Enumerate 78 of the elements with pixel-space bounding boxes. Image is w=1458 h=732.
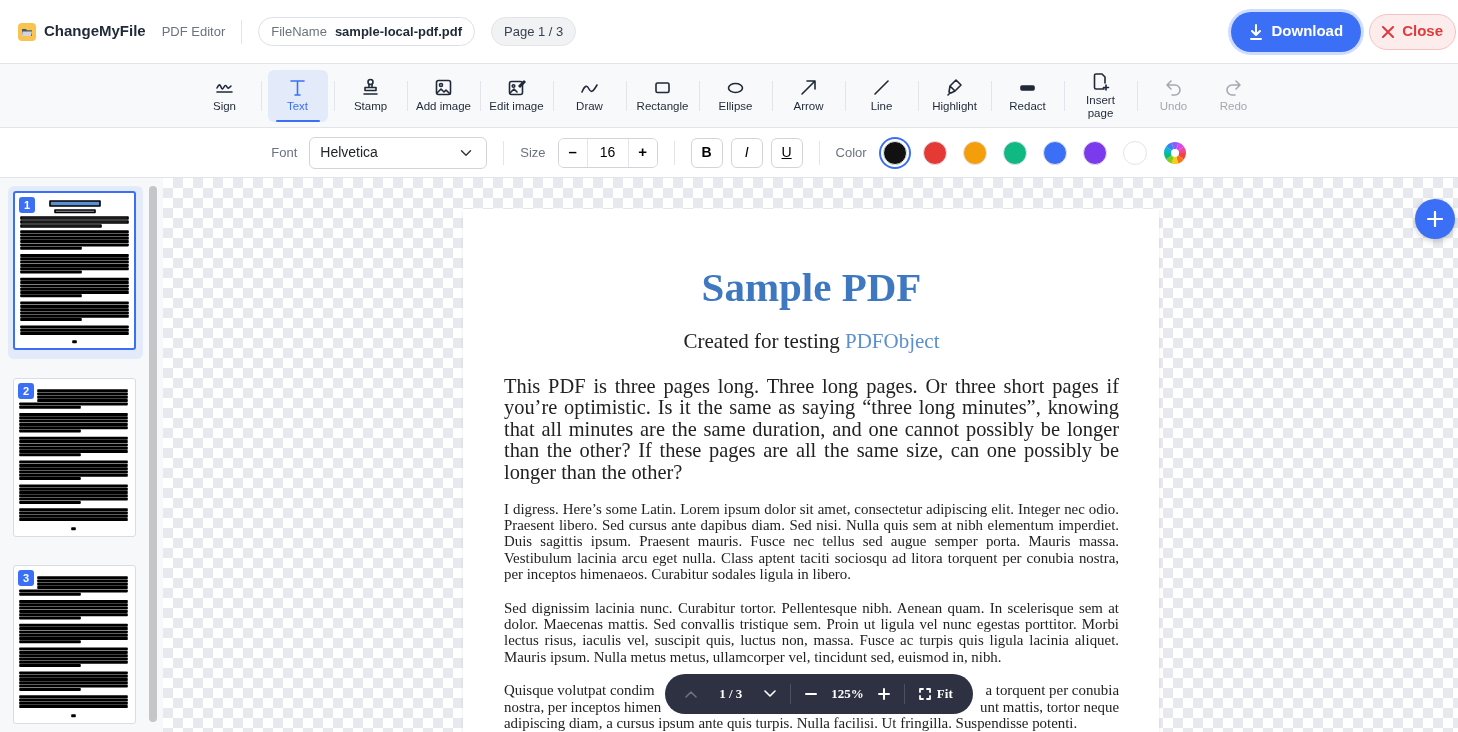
highlighter-icon [945,78,964,98]
redo-icon [1224,78,1243,98]
color-swatch[interactable] [962,140,987,165]
tool-button[interactable]: Arrow [778,69,839,122]
tool-button[interactable]: Highlight [924,69,985,122]
color-wheel-icon[interactable] [1162,140,1187,165]
zoom-in-button[interactable] [877,688,890,701]
document-text-line: a torquent per conubia [985,682,1119,699]
page-thumbnail[interactable]: 3 [13,565,136,724]
tool-button[interactable]: Add image [413,69,474,122]
tool-button[interactable]: Sign [194,69,255,122]
app-subtitle: PDF Editor [161,22,226,41]
document-text-line: Quisque volutpat condim [504,682,655,699]
font-label: Font [271,143,298,162]
page-thumbnail[interactable]: 2 [13,377,136,537]
italic-button[interactable]: I [730,137,763,168]
tool-button[interactable]: Redact [997,69,1058,122]
page-indicator: Page 1 / 3 [491,16,577,47]
arrow-icon [799,78,818,98]
document-text-line: adipiscing diam, a cursus ipsum ante quis turpis. Nulla facilisi. Ut fringilla. Suspendisse potenti. [504,715,1078,732]
download-button[interactable]: Download [1231,11,1362,52]
fullscreen-icon [918,688,931,701]
close-button[interactable]: Close [1369,13,1456,50]
color-swatch[interactable] [1122,140,1147,165]
fit-button[interactable]: Fit [918,684,953,704]
text-icon [288,78,307,98]
font-select[interactable]: Helvetica [309,136,488,169]
plus-icon [877,688,890,701]
scrollbar[interactable] [149,186,157,722]
document-paragraph: Sed dignissim lacinia nunc. Curabitur tortor. Pellentesque nibh. Aenean quam. In scelerisque sem at dolor. Maecenas mattis. Sed convallis tristique sem. Proin ut ligula vel nunc egestas porttitor. Morbi lectus risus, iaculis vel, suscipit quis, luctus non, massa. Fusce ac turpis quis ligula lacinia aliquet. Mauris ipsum. Nulla metus metus, ullamcorper vel, tincidunt sed, euismod in, nibh. [504,599,1119,666]
chevron-down-icon [764,690,777,699]
color-swatch[interactable] [1042,140,1067,165]
document-paragraph: This PDF is three pages long. Three long pages. Or three short pages if you’re optimistic. Is it the same as saying “three long minutes”, knowing that all minutes are the same duration, and one cannot possibly be longer than the other? If these pages are all the same size, can one possibly be longer than the other? [504,375,1119,484]
document-subtitle: Created for testing PDFObject [682,328,941,356]
tool-button[interactable]: Edit image [486,69,547,122]
tool-button[interactable]: Line [851,69,912,122]
close-icon [1382,25,1395,38]
color-swatch[interactable] [1082,140,1107,165]
page-thumbnail[interactable]: 1 [13,191,136,350]
download-icon [1249,23,1264,40]
page-number-badge: 1 [19,197,35,213]
app-name: ChangeMyFile [44,21,146,42]
tool-button[interactable]: Ellipse [705,69,766,122]
color-label: Color [835,143,867,162]
document-text-line: unt mattis, tortor neque [980,698,1119,716]
size-stepper[interactable]: – 16 + [557,137,658,168]
color-swatch[interactable] [882,140,907,165]
document-paragraph: I digress. Here’s some Latin. Lorem ipsum dolor sit amet, consectetur adipiscing elit. Integer nec odio. Praesent libero. Sed cursus ante dapibus diam. Sed nisi. Nulla quis sem at nibh elementum imperdiet. Duis sagittis ipsum. Praesent mauris. Fusce nec tellus sed augue semper porta. Mauris massa. Vestibulum lacinia arcu eget nulla. Class aptent taciti sociosqu ad litora torquent per conubia nostra, per inceptos himenaeos. Curabitur sodales ligula in libero. [504,500,1119,583]
zoom-level: 125% [831,685,864,704]
page-number-badge: 3 [18,570,34,586]
color-swatch[interactable] [1002,140,1027,165]
file-name-label: FileName [271,22,327,41]
document-title: Sample PDF [700,265,923,311]
tool-button[interactable]: Insert page [1070,69,1131,122]
undo-icon [1164,78,1183,98]
size-label: Size [520,143,546,162]
tool-button[interactable]: Rectangle [632,69,693,122]
color-swatch[interactable] [922,140,947,165]
tool-button[interactable]: Text [267,69,328,122]
plus-icon [1427,211,1443,227]
page-number-badge: 2 [18,382,34,399]
image-icon [434,78,453,98]
tool-button[interactable]: Draw [559,69,620,122]
file-name-value: sample-local-pdf.pdf [334,22,462,41]
stamp-icon [361,78,380,98]
line-icon [872,78,891,98]
chevron-up-icon [685,690,698,699]
tool-button[interactable]: Stamp [340,69,401,122]
page-counter: 1 / 3 [718,685,744,704]
underline-button[interactable]: U [770,137,803,168]
image-edit-icon [507,78,526,98]
folder-icon [18,22,36,41]
page-plus-icon [1091,71,1110,91]
add-button[interactable] [1415,199,1455,239]
size-field[interactable]: 16 [586,138,629,167]
bold-button[interactable]: B [690,137,723,168]
document-text-line: nostra, per inceptos himen [504,698,662,716]
next-page-button[interactable] [764,690,777,699]
